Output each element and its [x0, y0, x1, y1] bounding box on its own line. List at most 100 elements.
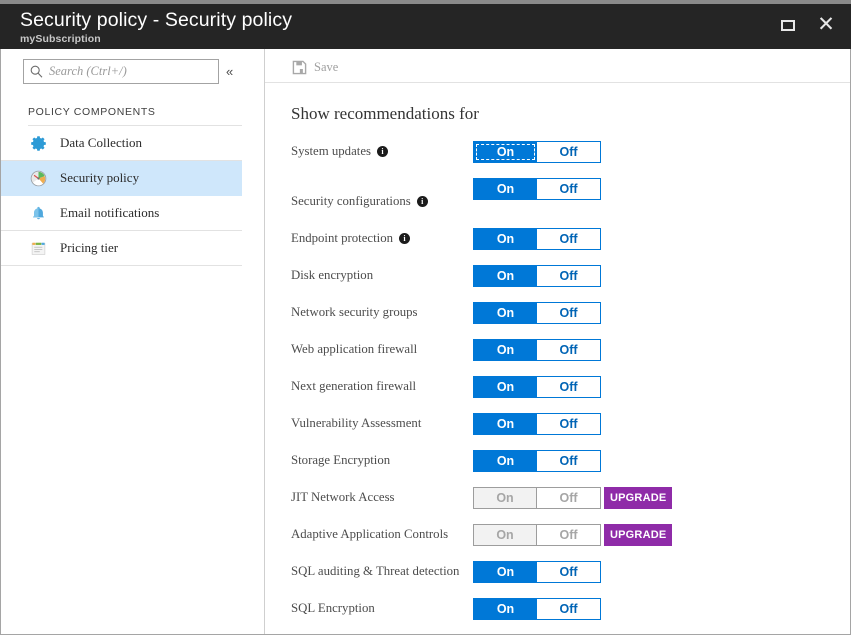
toggle-on-segment[interactable]: On [474, 451, 537, 471]
on-off-toggle[interactable]: OnOff [473, 450, 601, 472]
search-input[interactable]: Search (Ctrl+/) [23, 59, 219, 84]
toggle-on-segment[interactable]: On [474, 266, 537, 286]
title-bar: Security policy - Security policy mySubs… [0, 4, 851, 49]
recommendation-row: Vulnerability AssessmentOnOff [265, 405, 850, 442]
content-pane: Save Show recommendations for System upd… [265, 49, 850, 634]
search-placeholder: Search (Ctrl+/) [49, 64, 127, 79]
toggle-off-segment[interactable]: Off [537, 414, 600, 434]
toggle-off-segment[interactable]: Off [537, 266, 600, 286]
recommendation-label-text: Web application firewall [291, 342, 417, 357]
restore-icon [781, 20, 795, 31]
close-icon: ✕ [817, 16, 835, 34]
sidebar-nav-list: Data Collection Se [1, 126, 264, 266]
on-off-toggle[interactable]: OnOff [473, 561, 601, 583]
bell-icon [28, 203, 48, 223]
toggle-off-segment[interactable]: Off [537, 179, 600, 199]
app-window: Security policy - Security policy mySubs… [0, 0, 851, 635]
recommendation-label-text: SQL Encryption [291, 601, 375, 616]
recommendation-label: Vulnerability Assessment [291, 416, 473, 431]
save-label: Save [314, 60, 338, 75]
on-off-toggle: OnOff [473, 524, 601, 546]
info-icon[interactable]: i [399, 233, 410, 244]
toggle-off-segment[interactable]: Off [537, 562, 600, 582]
recommendation-row: SQL Encryption OnOff [265, 590, 850, 627]
on-off-toggle[interactable]: OnOff [473, 141, 601, 163]
on-off-toggle[interactable]: OnOff [473, 376, 601, 398]
on-off-toggle[interactable]: OnOff [473, 598, 601, 620]
window-title: Security policy - Security policy [20, 8, 292, 32]
toggle-on-segment: On [474, 525, 537, 545]
restore-button[interactable] [773, 12, 803, 38]
sidebar-item-label: Security policy [60, 170, 139, 186]
toggle-off-segment: Off [537, 525, 600, 545]
toggle-off-segment: Off [537, 488, 600, 508]
recommendation-label-text: Next generation firewall [291, 379, 416, 394]
sidebar-item-pricing-tier[interactable]: Pricing tier [1, 231, 242, 266]
recommendation-label: Adaptive Application Controls [291, 527, 473, 542]
sidebar-item-label: Data Collection [60, 135, 142, 151]
sidebar-collapse-button[interactable]: « [226, 65, 233, 78]
on-off-toggle[interactable]: OnOff [473, 413, 601, 435]
on-off-toggle[interactable]: OnOff [473, 339, 601, 361]
on-off-toggle[interactable]: OnOff [473, 302, 601, 324]
toggle-off-segment[interactable]: Off [537, 340, 600, 360]
search-row: Search (Ctrl+/) « [1, 49, 264, 84]
toggle-off-segment[interactable]: Off [537, 229, 600, 249]
gauge-icon [28, 168, 48, 188]
toggle-off-segment[interactable]: Off [537, 142, 600, 162]
recommendation-label-text: Endpoint protection [291, 231, 393, 246]
recommendation-row: JIT Network Access OnOffUPGRADE [265, 479, 850, 516]
sidebar-item-label: Pricing tier [60, 240, 118, 256]
upgrade-badge[interactable]: UPGRADE [604, 487, 672, 509]
toggle-on-segment[interactable]: On [474, 414, 537, 434]
toggle-on-segment: On [474, 488, 537, 508]
sidebar-item-data-collection[interactable]: Data Collection [1, 126, 242, 161]
recommendation-label: Disk encryption [291, 268, 473, 283]
recommendation-row: Network security groups OnOff [265, 294, 850, 331]
recommendation-label-text: JIT Network Access [291, 490, 395, 505]
toggle-on-segment[interactable]: On [474, 562, 537, 582]
toggle-on-segment[interactable]: On [474, 377, 537, 397]
recommendation-label: SQL auditing & Threat detection [291, 564, 473, 579]
on-off-toggle[interactable]: OnOff [473, 265, 601, 287]
recommendation-row: Disk encryptionOnOff [265, 257, 850, 294]
gear-icon [28, 133, 48, 153]
info-icon[interactable]: i [417, 196, 428, 207]
recommendation-label-text: Adaptive Application Controls [291, 527, 448, 542]
recommendation-row: Web application firewall OnOff [265, 331, 850, 368]
recommendation-label: Storage Encryption [291, 453, 473, 468]
toggle-on-segment[interactable]: On [474, 599, 537, 619]
recommendation-row: System updatesiOnOff [265, 133, 850, 170]
recommendation-label: Security configurationsi [291, 194, 473, 209]
toggle-on-segment[interactable]: On [474, 229, 537, 249]
upgrade-badge[interactable]: UPGRADE [604, 524, 672, 546]
toggle-off-segment[interactable]: Off [537, 451, 600, 471]
sidebar-item-email-notifications[interactable]: Email notifications [1, 196, 242, 231]
recommendation-row: Adaptive Application Controls OnOffUPGRAD… [265, 516, 850, 553]
toggle-off-segment[interactable]: Off [537, 303, 600, 323]
toggle-on-segment[interactable]: On [474, 142, 537, 162]
toggle-on-segment[interactable]: On [474, 303, 537, 323]
sidebar: Search (Ctrl+/) « POLICY COMPONENTS Data… [1, 49, 265, 634]
toggle-off-segment[interactable]: Off [537, 377, 600, 397]
close-button[interactable]: ✕ [811, 12, 841, 38]
save-button[interactable]: Save [292, 60, 338, 75]
window-controls: ✕ [773, 12, 841, 38]
on-off-toggle[interactable]: OnOff [473, 178, 601, 200]
window-subtitle: mySubscription [20, 32, 292, 46]
recommendation-row: Security configurationsiOnOff [265, 170, 850, 207]
info-icon[interactable]: i [377, 146, 388, 157]
recommendation-label: Endpoint protection i [291, 231, 473, 246]
recommendation-label: Web application firewall [291, 342, 473, 357]
sidebar-item-security-policy[interactable]: Security policy [1, 161, 242, 196]
recommendation-row: Endpoint protection i OnOff [265, 220, 850, 257]
title-block: Security policy - Security policy mySubs… [0, 4, 292, 46]
toggle-off-segment[interactable]: Off [537, 599, 600, 619]
recommendation-label: JIT Network Access [291, 490, 473, 505]
on-off-toggle[interactable]: OnOff [473, 228, 601, 250]
recommendation-label-text: Network security groups [291, 305, 418, 320]
save-floppy-icon [292, 60, 307, 75]
toggle-on-segment[interactable]: On [474, 340, 537, 360]
recommendation-row: Next generation firewall OnOff [265, 368, 850, 405]
toggle-on-segment[interactable]: On [474, 179, 537, 199]
